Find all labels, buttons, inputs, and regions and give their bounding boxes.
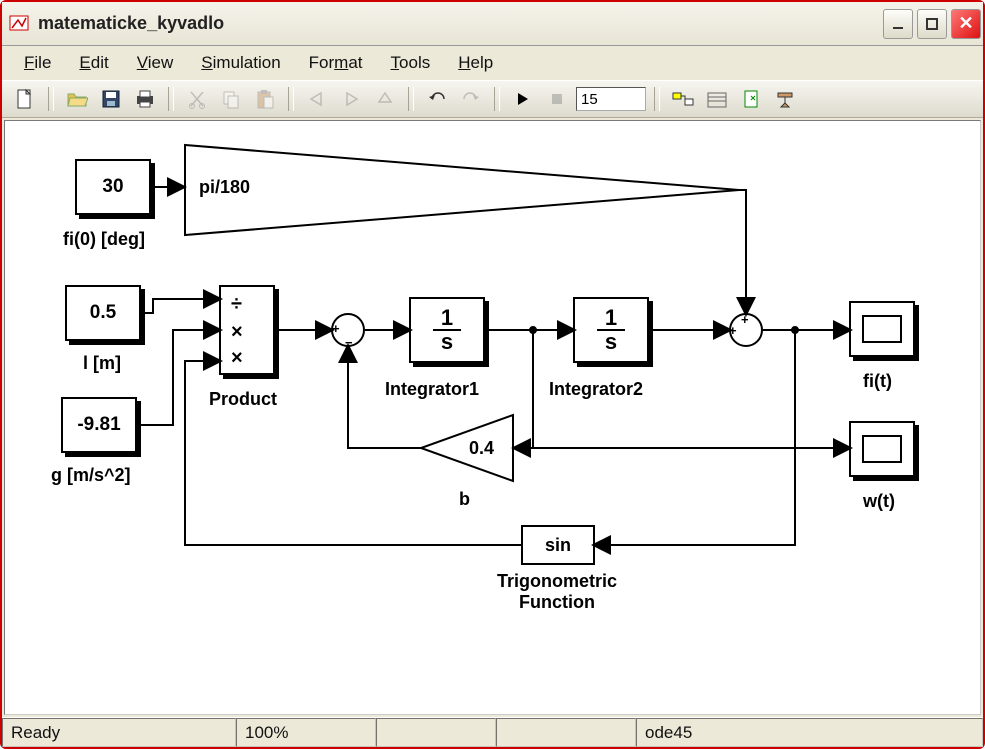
block-scope-w[interactable] [849, 421, 915, 477]
paste-button[interactable] [250, 85, 280, 113]
menu-format[interactable]: Format [295, 49, 377, 77]
menu-file[interactable]: File [10, 49, 65, 77]
cut-button[interactable] [182, 85, 212, 113]
back-button[interactable] [302, 85, 332, 113]
block-const-l[interactable]: 0.5 [65, 285, 141, 341]
status-zoom: 100% [236, 718, 376, 747]
label-integrator2: Integrator2 [549, 379, 643, 400]
window-title: matematicke_kyvadlo [38, 13, 883, 34]
label-gain-b: b [459, 489, 470, 510]
menubar: File Edit View Simulation Format Tools H… [2, 46, 983, 80]
new-button[interactable] [10, 85, 40, 113]
model-canvas[interactable]: 30 fi(0) [deg] pi/180 0.5 l [m] -9.81 g … [4, 120, 981, 715]
menu-view[interactable]: View [123, 49, 188, 77]
menu-simulation[interactable]: Simulation [187, 49, 294, 77]
window-controls: ✕ [883, 9, 981, 39]
save-button[interactable] [96, 85, 126, 113]
undo-button[interactable] [422, 85, 452, 113]
label-const-l: l [m] [83, 353, 121, 374]
build-button[interactable] [770, 85, 800, 113]
forward-button[interactable] [336, 85, 366, 113]
block-const-fi0[interactable]: 30 [75, 159, 151, 215]
block-scope-fi[interactable] [849, 301, 915, 357]
status-ready: Ready [2, 718, 236, 747]
maximize-button[interactable] [917, 9, 947, 39]
menu-edit[interactable]: Edit [65, 49, 122, 77]
app-window: matematicke_kyvadlo ✕ File Edit View Sim… [0, 0, 985, 749]
open-button[interactable] [62, 85, 92, 113]
redo-button[interactable] [456, 85, 486, 113]
app-icon [8, 12, 32, 36]
model-explorer-button[interactable] [702, 85, 732, 113]
close-button[interactable]: ✕ [951, 9, 981, 39]
toolbar [2, 80, 983, 118]
block-gain-deg2rad[interactable] [183, 143, 743, 237]
block-const-g[interactable]: -9.81 [61, 397, 137, 453]
block-sum2[interactable]: + + [729, 313, 763, 347]
gain-deg2rad-value: pi/180 [199, 177, 250, 198]
minimize-button[interactable] [883, 9, 913, 39]
block-integrator1[interactable]: 1s [409, 297, 485, 363]
print-button[interactable] [130, 85, 160, 113]
titlebar: matematicke_kyvadlo ✕ [2, 2, 983, 46]
block-trig[interactable]: sin [521, 525, 595, 565]
label-trig: Trigonometric Function [497, 571, 617, 613]
label-const-fi0: fi(0) [deg] [63, 229, 145, 250]
label-const-g: g [m/s^2] [51, 465, 131, 486]
stop-button[interactable] [542, 85, 572, 113]
run-button[interactable] [508, 85, 538, 113]
label-product: Product [209, 389, 277, 410]
label-scope-w: w(t) [863, 491, 895, 512]
block-integrator2[interactable]: 1s [573, 297, 649, 363]
library-browser-button[interactable] [668, 85, 698, 113]
refresh-button[interactable] [736, 85, 766, 113]
status-empty1 [376, 718, 496, 747]
label-scope-fi: fi(t) [863, 371, 892, 392]
block-product[interactable]: ÷ × × [219, 285, 275, 375]
status-solver: ode45 [636, 718, 983, 747]
menu-help[interactable]: Help [444, 49, 507, 77]
simulation-time-input[interactable] [576, 87, 646, 111]
label-integrator1: Integrator1 [385, 379, 479, 400]
menu-tools[interactable]: Tools [377, 49, 445, 77]
statusbar: Ready 100% ode45 [2, 717, 983, 747]
block-gain-b[interactable] [417, 413, 515, 483]
status-empty2 [496, 718, 636, 747]
up-button[interactable] [370, 85, 400, 113]
gain-b-value: 0.4 [469, 438, 494, 459]
copy-button[interactable] [216, 85, 246, 113]
block-sum1[interactable]: + − [331, 313, 365, 347]
